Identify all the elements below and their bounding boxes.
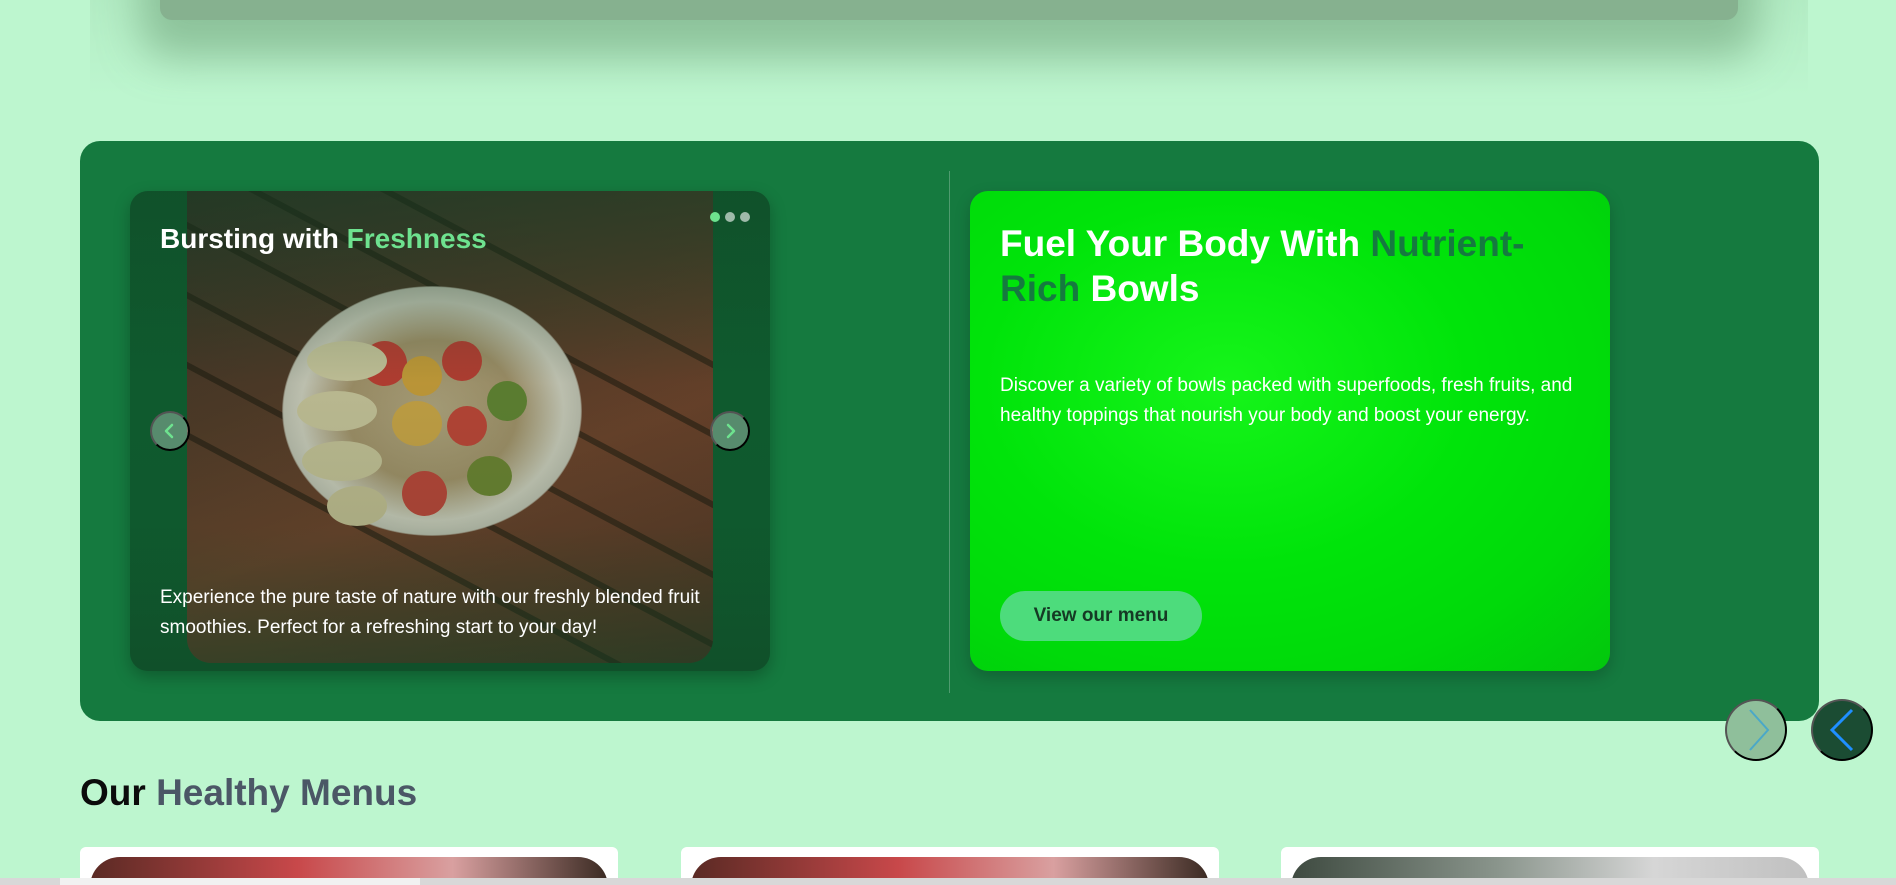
slide-title: Bursting with Freshness xyxy=(160,223,487,255)
hero-divider xyxy=(949,171,950,693)
chevron-left-icon xyxy=(1829,708,1854,752)
horizontal-scrollbar[interactable] xyxy=(0,878,1896,885)
slide-title-accent: Freshness xyxy=(346,223,487,254)
slide-dot-2[interactable] xyxy=(725,212,735,222)
top-banner-shadow xyxy=(160,0,1738,20)
carousel-prev-button[interactable] xyxy=(1811,699,1873,761)
slide-title-text: Bursting with xyxy=(160,223,347,254)
chevron-left-icon xyxy=(164,423,174,439)
menus-heading-text: Our xyxy=(80,772,157,813)
chevron-right-icon xyxy=(726,423,736,439)
slide-dot-1[interactable] xyxy=(710,212,720,222)
slide-description: Experience the pure taste of nature with… xyxy=(160,587,700,638)
promo-description: Discover a variety of bowls packed with … xyxy=(1000,375,1573,426)
scrollbar-thumb[interactable] xyxy=(60,878,420,885)
slide-prev-button[interactable] xyxy=(150,411,190,451)
carousel-next-button[interactable] xyxy=(1725,699,1787,761)
menus-heading: Our Healthy Menus xyxy=(80,772,417,814)
promo-title: Fuel Your Body With Nutrient-Rich Bowls xyxy=(1000,221,1580,311)
chevron-right-icon xyxy=(1749,709,1770,751)
slide-next-button[interactable] xyxy=(710,411,750,451)
menus-heading-accent: Healthy Menus xyxy=(156,772,418,813)
promo-title-end: Bowls xyxy=(1080,268,1200,309)
slide-indicators xyxy=(710,212,750,222)
promo-card: Fuel Your Body With Nutrient-Rich Bowls … xyxy=(970,191,1610,671)
view-menu-button[interactable]: View our menu xyxy=(1000,591,1202,641)
hero-section: Bursting with Freshness Experience the p… xyxy=(80,141,1819,721)
top-banner xyxy=(90,0,1808,95)
slide-dot-3[interactable] xyxy=(740,212,750,222)
smoothie-slider: Bursting with Freshness Experience the p… xyxy=(130,191,770,671)
promo-title-text: Fuel Your Body With xyxy=(1000,223,1371,264)
